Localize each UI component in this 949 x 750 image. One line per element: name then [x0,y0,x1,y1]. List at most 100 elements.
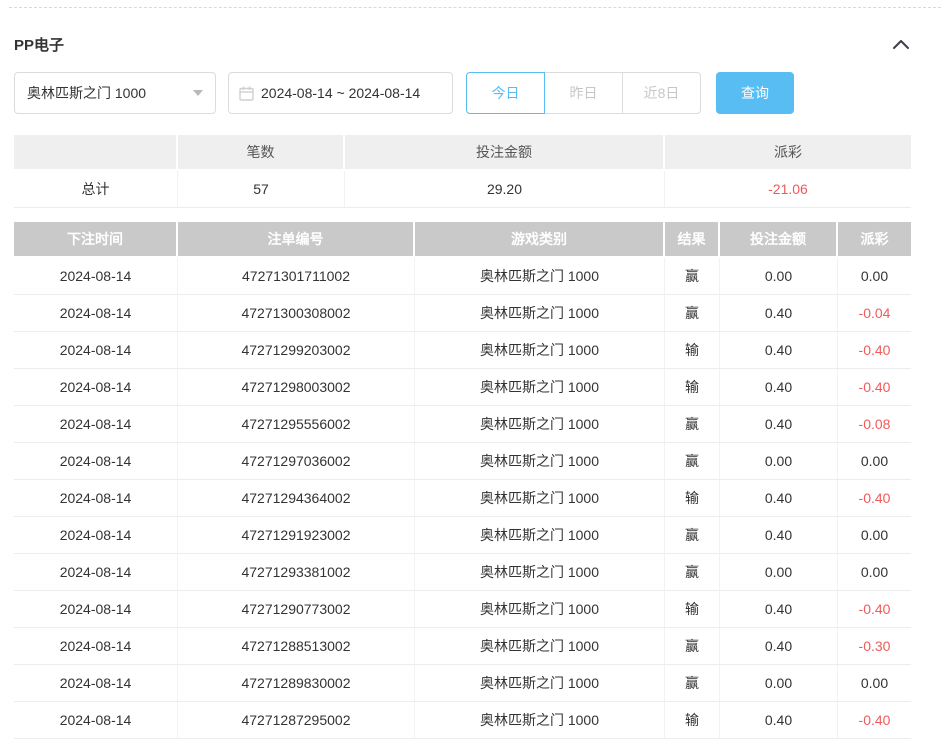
game-type-cell: 奥林匹斯之门 1000 [415,369,665,406]
bet-time-cell: 2024-08-14 [14,443,178,480]
col-header-order-no: 注单编号 [178,222,415,258]
payout-cell: -0.40 [838,369,911,406]
query-button[interactable]: 查询 [716,72,794,114]
payout-cell: -0.40 [838,591,911,628]
game-type-cell: 奥林匹斯之门 1000 [415,480,665,517]
payout-cell: -0.30 [838,628,911,665]
result-cell: 输 [665,332,720,369]
bet-amount-cell: 0.00 [720,554,838,591]
payout-cell: -0.40 [838,480,911,517]
bet-time-cell: 2024-08-14 [14,702,178,739]
result-cell: 赢 [665,554,720,591]
summary-header-count: 笔数 [178,135,345,171]
section-header: PP电子 [14,34,911,55]
summary-total-label: 总计 [14,171,178,208]
order-no-cell: 47271287295002 [178,702,415,739]
bet-amount-cell: 0.40 [720,369,838,406]
date-range-picker[interactable]: 2024-08-14 ~ 2024-08-14 [228,72,453,114]
table-row: 2024-08-1447271300308002奥林匹斯之门 1000赢0.40… [14,295,911,332]
col-header-payout: 派彩 [838,222,911,258]
table-row: 2024-08-1447271288513002奥林匹斯之门 1000赢0.40… [14,628,911,665]
payout-cell: 0.00 [838,517,911,554]
bet-amount-cell: 0.40 [720,295,838,332]
bet-time-cell: 2024-08-14 [14,369,178,406]
summary-total-amount: 29.20 [345,171,665,208]
table-row: 2024-08-1447271293381002奥林匹斯之门 1000赢0.00… [14,554,911,591]
bet-amount-cell: 0.40 [720,702,838,739]
summary-header-payout: 派彩 [665,135,911,171]
order-no-cell: 47271300308002 [178,295,415,332]
summary-header-empty [14,135,178,171]
bet-time-cell: 2024-08-14 [14,480,178,517]
summary-total-payout: -21.06 [665,171,911,208]
bet-amount-cell: 0.40 [720,628,838,665]
summary-total-row: 总计 57 29.20 -21.06 [14,171,911,208]
game-type-cell: 奥林匹斯之门 1000 [415,517,665,554]
result-cell: 赢 [665,258,720,295]
game-type-cell: 奥林匹斯之门 1000 [415,295,665,332]
result-cell: 输 [665,702,720,739]
bet-amount-cell: 0.40 [720,480,838,517]
records-header-row: 下注时间 注单编号 游戏类别 结果 投注金额 派彩 [14,222,911,258]
payout-cell: 0.00 [838,665,911,702]
result-cell: 赢 [665,665,720,702]
bet-time-cell: 2024-08-14 [14,665,178,702]
order-no-cell: 47271293381002 [178,554,415,591]
payout-cell: 0.00 [838,443,911,480]
quick-date-group: 今日 昨日 近8日 [466,72,701,114]
order-no-cell: 47271294364002 [178,480,415,517]
bet-amount-cell: 0.40 [720,406,838,443]
order-no-cell: 47271299203002 [178,332,415,369]
table-row: 2024-08-1447271299203002奥林匹斯之门 1000输0.40… [14,332,911,369]
table-row: 2024-08-1447271298003002奥林匹斯之门 1000输0.40… [14,369,911,406]
result-cell: 输 [665,369,720,406]
summary-table: 笔数 投注金额 派彩 总计 57 29.20 -21.06 [14,135,911,208]
table-row: 2024-08-1447271297036002奥林匹斯之门 1000赢0.00… [14,443,911,480]
result-cell: 赢 [665,517,720,554]
bet-amount-cell: 0.00 [720,258,838,295]
payout-cell: 0.00 [838,554,911,591]
payout-cell: 0.00 [838,258,911,295]
result-cell: 输 [665,591,720,628]
game-type-cell: 奥林匹斯之门 1000 [415,665,665,702]
col-header-bet-amount: 投注金额 [720,222,838,258]
summary-header-bet-amount: 投注金额 [345,135,665,171]
table-row: 2024-08-1447271289830002奥林匹斯之门 1000赢 0.00… [14,665,911,702]
bet-amount-cell: 0.40 [720,332,838,369]
order-no-cell: 47271298003002 [178,369,415,406]
caret-down-icon [193,90,203,96]
chevron-up-icon[interactable] [891,38,911,51]
game-select[interactable]: 奥林匹斯之门 1000 [14,72,216,114]
payout-cell: -0.08 [838,406,911,443]
game-type-cell: 奥林匹斯之门 1000 [415,554,665,591]
game-type-cell: 奥林匹斯之门 1000 [415,443,665,480]
game-type-cell: 奥林匹斯之门 1000 [415,591,665,628]
summary-total-count: 57 [178,171,345,208]
calendar-icon [239,86,254,101]
dashed-divider [9,7,941,8]
payout-cell: -0.40 [838,332,911,369]
section-title: PP电子 [14,34,64,55]
order-no-cell: 47271301711002 [178,258,415,295]
bet-time-cell: 2024-08-14 [14,591,178,628]
game-type-cell: 奥林匹斯之门 1000 [415,332,665,369]
table-row: 2024-08-1447271294364002奥林匹斯之门 1000输0.40… [14,480,911,517]
table-row: 2024-08-1447271291923002奥林匹斯之门 1000赢0.40… [14,517,911,554]
table-row: 2024-08-1447271290773002奥林匹斯之门 1000输0.40… [14,591,911,628]
yesterday-button[interactable]: 昨日 [544,72,623,114]
game-type-cell: 奥林匹斯之门 1000 [415,702,665,739]
table-row: 2024-08-1447271287295002奥林匹斯之门 1000输0.40… [14,702,911,739]
bet-time-cell: 2024-08-14 [14,295,178,332]
bet-time-cell: 2024-08-14 [14,628,178,665]
filter-bar: 奥林匹斯之门 1000 2024-08-14 ~ 2024-08-14 今日 昨… [14,72,949,114]
bet-time-cell: 2024-08-14 [14,554,178,591]
order-no-cell: 47271289830002 [178,665,415,702]
today-button[interactable]: 今日 [466,72,545,114]
records-table: 下注时间 注单编号 游戏类别 结果 投注金额 派彩 2024-08-144727… [14,222,911,739]
last-8-days-button[interactable]: 近8日 [622,72,701,114]
payout-cell: -0.40 [838,702,911,739]
col-header-result: 结果 [665,222,720,258]
bet-amount-cell: 0.00 [720,443,838,480]
result-cell: 输 [665,480,720,517]
game-type-cell: 奥林匹斯之门 1000 [415,406,665,443]
